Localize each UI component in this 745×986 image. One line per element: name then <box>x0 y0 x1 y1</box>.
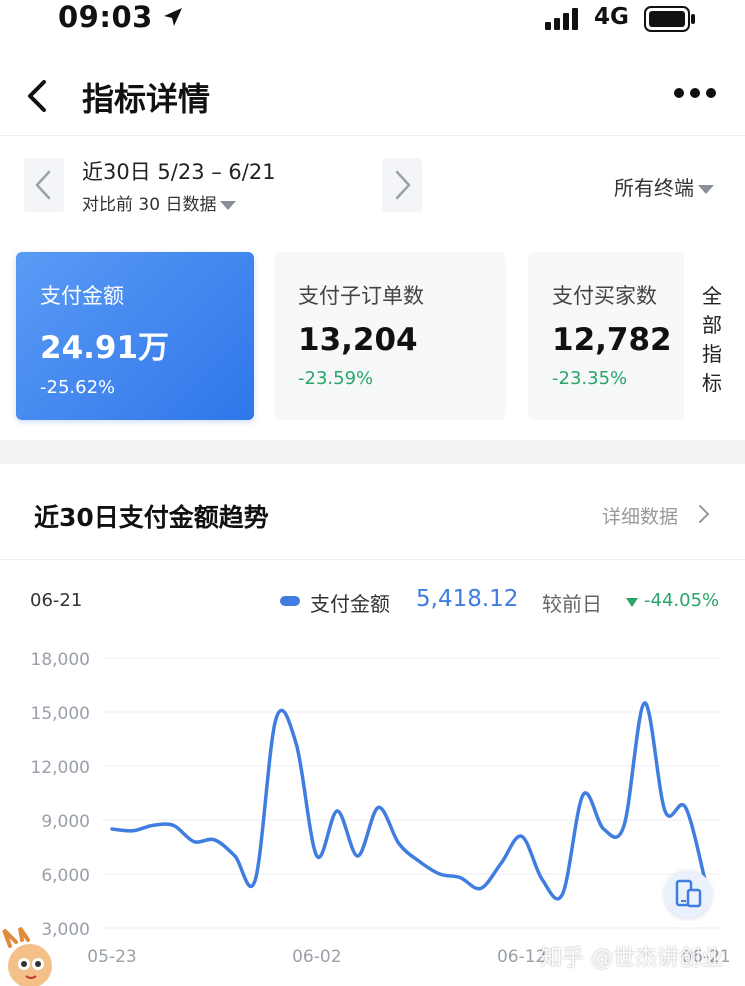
data-point <box>212 838 216 842</box>
watermark-text: 知乎 @世杰讲创业 <box>540 946 723 971</box>
data-point <box>684 805 688 809</box>
data-point <box>499 861 503 865</box>
caret-down-icon <box>220 200 237 210</box>
status-time: 09:03 <box>58 0 153 34</box>
data-point <box>376 805 380 809</box>
x-tick-label: 06-02 <box>292 947 341 967</box>
chevron-left-icon <box>35 170 51 200</box>
battery-icon <box>644 6 695 32</box>
chevron-right-icon <box>395 170 411 200</box>
data-point <box>171 823 175 827</box>
metric-label: 支付买家数 <box>552 284 657 308</box>
legend-series-name: 支付金额 <box>310 592 390 616</box>
data-point <box>479 886 483 890</box>
data-point <box>253 877 257 881</box>
data-point <box>663 809 667 813</box>
data-point <box>274 717 278 721</box>
signal-icon <box>545 8 578 30</box>
metric-change: -23.59% <box>298 368 374 389</box>
compare-period-label: 对比前 30 日数据 <box>82 195 217 215</box>
data-point <box>110 827 114 831</box>
terminal-dropdown[interactable]: 所有终端 <box>614 172 714 201</box>
device-icon <box>675 879 702 908</box>
y-tick-label: 6,000 <box>41 866 90 886</box>
day-change-value: -44.05% <box>644 590 720 611</box>
chevron-right-icon <box>699 505 710 523</box>
data-point <box>438 872 442 876</box>
metric-change: -25.62% <box>40 377 116 398</box>
metric-change: -23.35% <box>552 368 628 389</box>
compare-day-label: 较前日 <box>542 592 602 616</box>
page-title: 指标详情 <box>82 80 211 118</box>
caret-down-icon <box>698 185 714 194</box>
detail-data-link[interactable]: 详细数据 <box>602 502 678 529</box>
metric-card-sub-orders[interactable]: 支付子订单数 13,204 -23.59% <box>274 252 506 420</box>
all-metrics-button[interactable]: 全部指标 <box>702 282 726 398</box>
section-divider <box>0 440 745 464</box>
data-point <box>294 742 298 746</box>
x-tick-label: 05-23 <box>87 947 136 967</box>
terminal-label: 所有终端 <box>614 176 694 200</box>
metric-label: 支付子订单数 <box>298 284 424 308</box>
y-tick-label: 12,000 <box>31 758 90 778</box>
location-arrow-icon <box>164 8 182 26</box>
device-switch-button[interactable] <box>664 870 712 918</box>
metric-label: 支付金额 <box>40 284 124 308</box>
y-tick-label: 18,000 <box>31 650 90 670</box>
y-tick-label: 15,000 <box>31 704 90 724</box>
data-point <box>356 854 360 858</box>
data-point <box>581 793 585 797</box>
tooltip-value: 5,418.12 <box>416 586 519 612</box>
y-tick-label: 9,000 <box>41 812 90 832</box>
metric-card-buyers[interactable]: 支付买家数 12,782 -23.35% <box>528 252 684 420</box>
data-point <box>192 840 196 844</box>
data-point <box>458 876 462 880</box>
more-options-icon[interactable] <box>672 86 718 100</box>
data-point <box>520 834 524 838</box>
data-point <box>540 877 544 881</box>
data-point <box>315 854 319 858</box>
legend-marker <box>280 596 300 606</box>
data-point <box>622 823 626 827</box>
metric-card-payment-amount[interactable]: 支付金额 24.91万 -25.62% <box>16 252 254 420</box>
data-point <box>233 854 237 858</box>
nav-bar: 指标详情 <box>0 60 745 136</box>
metric-value: 12,782 <box>552 322 672 358</box>
x-tick-label: 06-12 <box>497 947 546 967</box>
data-point <box>335 809 339 813</box>
data-point <box>561 892 565 896</box>
data-point <box>151 823 155 827</box>
network-label: 4G <box>594 4 629 30</box>
compare-period-dropdown[interactable]: 对比前 30 日数据 <box>82 190 237 215</box>
date-range-label[interactable]: 近30日 5/23 – 6/21 <box>82 156 276 186</box>
data-point <box>417 859 421 863</box>
trend-section-header: 近30日支付金额趋势 详细数据 <box>0 464 745 560</box>
date-filter-row: 近30日 5/23 – 6/21 对比前 30 日数据 所有终端 <box>0 140 745 236</box>
tooltip-date: 06-21 <box>30 590 83 611</box>
trend-title: 近30日支付金额趋势 <box>34 503 269 532</box>
down-triangle-icon <box>626 598 638 607</box>
metric-value: 24.91万 <box>40 330 170 366</box>
status-bar: 09:03 4G <box>0 0 745 42</box>
mascot-watermark-icon <box>2 926 52 986</box>
back-arrow-icon[interactable] <box>24 78 52 114</box>
data-point <box>130 829 134 833</box>
previous-period-button[interactable] <box>24 158 64 212</box>
data-point <box>643 701 647 705</box>
data-point <box>397 841 401 845</box>
next-period-button[interactable] <box>382 158 422 212</box>
series-line <box>110 701 708 901</box>
metric-value: 13,204 <box>298 322 418 358</box>
data-point <box>602 827 606 831</box>
payment-trend-chart[interactable]: 18,00015,00012,0009,0006,0003,00005-23 06… <box>0 630 745 986</box>
